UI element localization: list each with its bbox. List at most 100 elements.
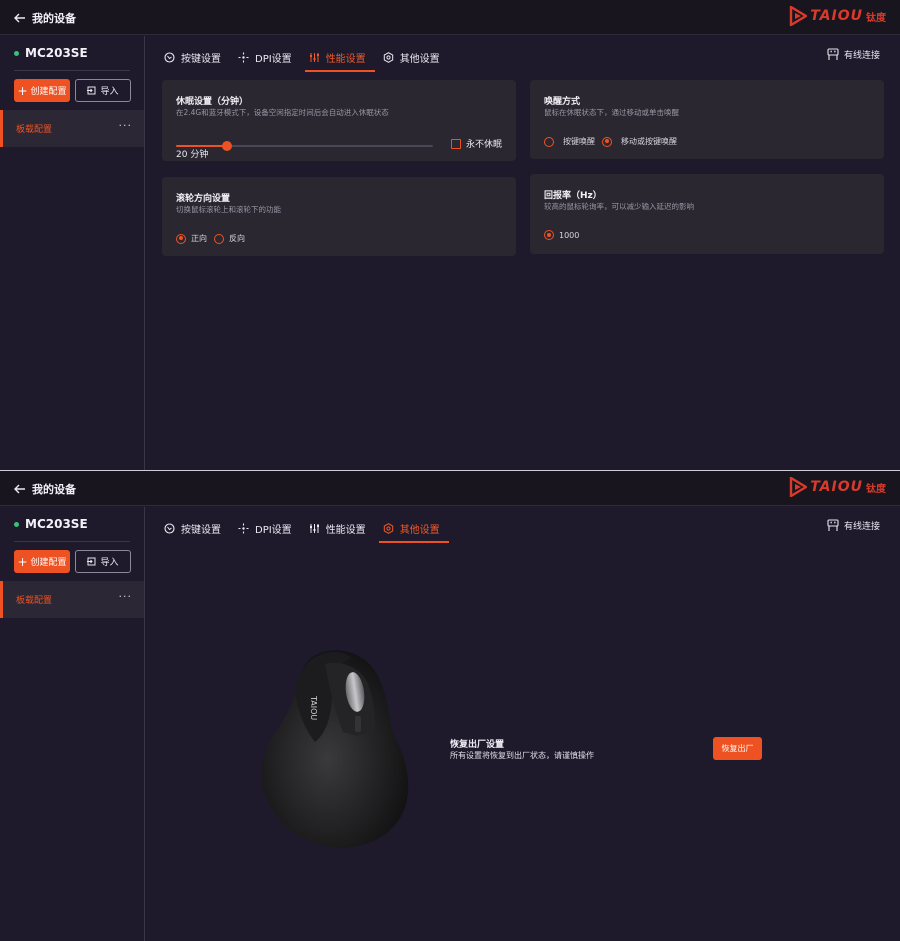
- plus-icon: +: [17, 554, 28, 569]
- sidebar: MC203SE + 创建配置 导入 板载配置 ···: [0, 36, 145, 470]
- profile-label: 板载配置: [16, 596, 53, 606]
- plus-icon: +: [17, 83, 28, 98]
- tab-label: 按键设置: [181, 525, 221, 536]
- import-button[interactable]: 导入: [75, 550, 131, 573]
- brand-name-cn: 钛度: [866, 483, 886, 495]
- import-label: 导入: [100, 87, 119, 97]
- tab-dpi-settings[interactable]: DPI设置: [234, 44, 301, 71]
- connection-label: 有线连接: [843, 51, 880, 61]
- connection-status-dot: [14, 50, 19, 56]
- tab-label: 性能设置: [325, 525, 366, 536]
- key-settings-icon: [164, 523, 175, 534]
- more-options-icon[interactable]: ···: [119, 590, 133, 603]
- create-profile-label: 创建配置: [30, 558, 67, 568]
- divider: [14, 541, 130, 542]
- mouse-product-image: TAIOU: [255, 644, 415, 849]
- scroll-option-reverse[interactable]: 反向: [214, 233, 245, 244]
- scroll-direction-card: 滚轮方向设置 切换鼠标滚轮上和滚轮下的功能 正向 反向: [162, 177, 516, 256]
- brand-mark-icon: [790, 477, 808, 497]
- device-name: MC203SE: [25, 46, 88, 60]
- brand-logo: TAIOU 钛度: [789, 6, 886, 26]
- never-sleep-label: 永不休眠: [466, 140, 503, 150]
- radio-label: 正向: [191, 234, 207, 243]
- never-sleep-checkbox[interactable]: 永不休眠: [451, 137, 502, 150]
- sliders-icon: [309, 53, 319, 62]
- device-header: MC203SE: [14, 517, 88, 531]
- wired-connection-indicator[interactable]: 有线连接: [827, 48, 880, 61]
- scroll-title: 滚轮方向设置: [176, 194, 231, 204]
- back-arrow-icon[interactable]: [10, 479, 30, 499]
- radio-label: 1000: [559, 230, 580, 240]
- radio-label: 按键唤醒: [563, 137, 595, 146]
- import-icon: [87, 86, 96, 95]
- key-settings-icon: [164, 52, 175, 63]
- slider-thumb[interactable]: [222, 141, 233, 151]
- tab-performance-settings[interactable]: 性能设置: [305, 515, 375, 542]
- tab-key-settings[interactable]: 按键设置: [160, 44, 230, 71]
- tab-key-settings[interactable]: 按键设置: [160, 515, 230, 542]
- other-settings-screen: 我的设备 TAIOU 钛度 MC203SE + 创建配置 导入 板载配置 ···…: [0, 471, 900, 941]
- settings-tabs: 按键设置 DPI设置 性能设置 其他设置: [160, 515, 453, 543]
- radio-button-selected[interactable]: [602, 136, 612, 147]
- more-options-icon[interactable]: ···: [119, 119, 133, 132]
- brand-logo: TAIOU 钛度: [789, 477, 886, 497]
- mouse-logo-text: TAIOU: [309, 695, 318, 720]
- factory-reset-button[interactable]: 恢复出厂: [713, 737, 762, 760]
- usb-icon: [827, 519, 839, 531]
- settings-tabs: 按键设置 DPI设置 性能设置 其他设置: [160, 44, 453, 72]
- brand-name-cn: 钛度: [866, 12, 886, 24]
- gear-icon: [383, 52, 393, 63]
- sleep-title: 休眠设置（分钟）: [176, 97, 249, 107]
- profile-label: 板载配置: [16, 125, 53, 135]
- import-icon: [87, 557, 96, 566]
- brand-name: TAIOU: [810, 8, 863, 24]
- sliders-icon: [309, 524, 319, 533]
- tab-dpi-settings[interactable]: DPI设置: [234, 515, 301, 542]
- tab-label: 按键设置: [181, 54, 221, 65]
- sleep-time-slider[interactable]: [176, 140, 433, 154]
- wake-option-move-or-key[interactable]: 移动或按键唤醒: [602, 136, 677, 147]
- wake-description: 鼠标在休眠状态下，通过移动或单击唤醒: [544, 108, 679, 117]
- wired-connection-indicator[interactable]: 有线连接: [827, 519, 880, 532]
- wake-title: 唤醒方式: [544, 97, 581, 107]
- radio-button-selected[interactable]: [176, 233, 186, 244]
- sidebar-item-onboard-profile[interactable]: 板载配置 ···: [0, 110, 144, 147]
- polling-title: 回报率（Hz）: [544, 191, 602, 201]
- wake-option-key[interactable]: 按键唤醒: [544, 136, 595, 147]
- connection-status-dot: [14, 521, 19, 527]
- tab-label: 其他设置: [399, 54, 440, 65]
- create-profile-button[interactable]: + 创建配置: [14, 550, 70, 573]
- top-bar: 我的设备 TAIOU 钛度: [0, 0, 900, 35]
- create-profile-button[interactable]: + 创建配置: [14, 79, 70, 102]
- brand-name: TAIOU: [810, 479, 863, 495]
- import-button[interactable]: 导入: [75, 79, 131, 102]
- device-header: MC203SE: [14, 46, 88, 60]
- polling-description: 较高的鼠标轮询率，可以减少输入延迟的影响: [544, 202, 694, 211]
- sidebar-item-onboard-profile[interactable]: 板载配置 ···: [0, 581, 144, 618]
- scroll-description: 切换鼠标滚轮上和滚轮下的功能: [176, 205, 281, 214]
- sleep-settings-card: 休眠设置（分钟） 在2.4G和蓝牙模式下，设备空闲指定时间后会自动进入休眠状态 …: [162, 80, 516, 161]
- sleep-time-value: 20 分钟: [176, 150, 209, 160]
- radio-button[interactable]: [214, 233, 224, 244]
- create-profile-label: 创建配置: [30, 87, 67, 97]
- my-devices-title[interactable]: 我的设备: [32, 10, 76, 26]
- checkbox-box[interactable]: [451, 138, 461, 149]
- back-arrow-icon[interactable]: [10, 8, 30, 28]
- radio-button-selected[interactable]: [544, 230, 554, 240]
- tab-label: DPI设置: [255, 525, 292, 536]
- radio-button[interactable]: [544, 136, 554, 147]
- performance-settings-screen: 我的设备 TAIOU 钛度 MC203SE + 创建配置 导入 板载配置 ···…: [0, 0, 900, 470]
- polling-option-1000[interactable]: 1000: [544, 230, 579, 240]
- dpi-icon: [238, 523, 249, 534]
- tab-other-settings[interactable]: 其他设置: [379, 44, 449, 71]
- tab-performance-settings[interactable]: 性能设置: [304, 44, 375, 72]
- tab-other-settings[interactable]: 其他设置: [378, 515, 449, 543]
- my-devices-title[interactable]: 我的设备: [32, 481, 76, 497]
- sidebar: MC203SE + 创建配置 导入 板载配置 ···: [0, 507, 145, 941]
- connection-label: 有线连接: [843, 522, 880, 532]
- brand-mark-icon: [790, 6, 808, 26]
- factory-reset-description: 所有设置将恢复到出厂状态，请谨慎操作: [450, 751, 594, 760]
- radio-label: 反向: [229, 234, 245, 243]
- factory-reset-title: 恢复出厂设置: [450, 740, 505, 750]
- scroll-option-forward[interactable]: 正向: [176, 233, 207, 244]
